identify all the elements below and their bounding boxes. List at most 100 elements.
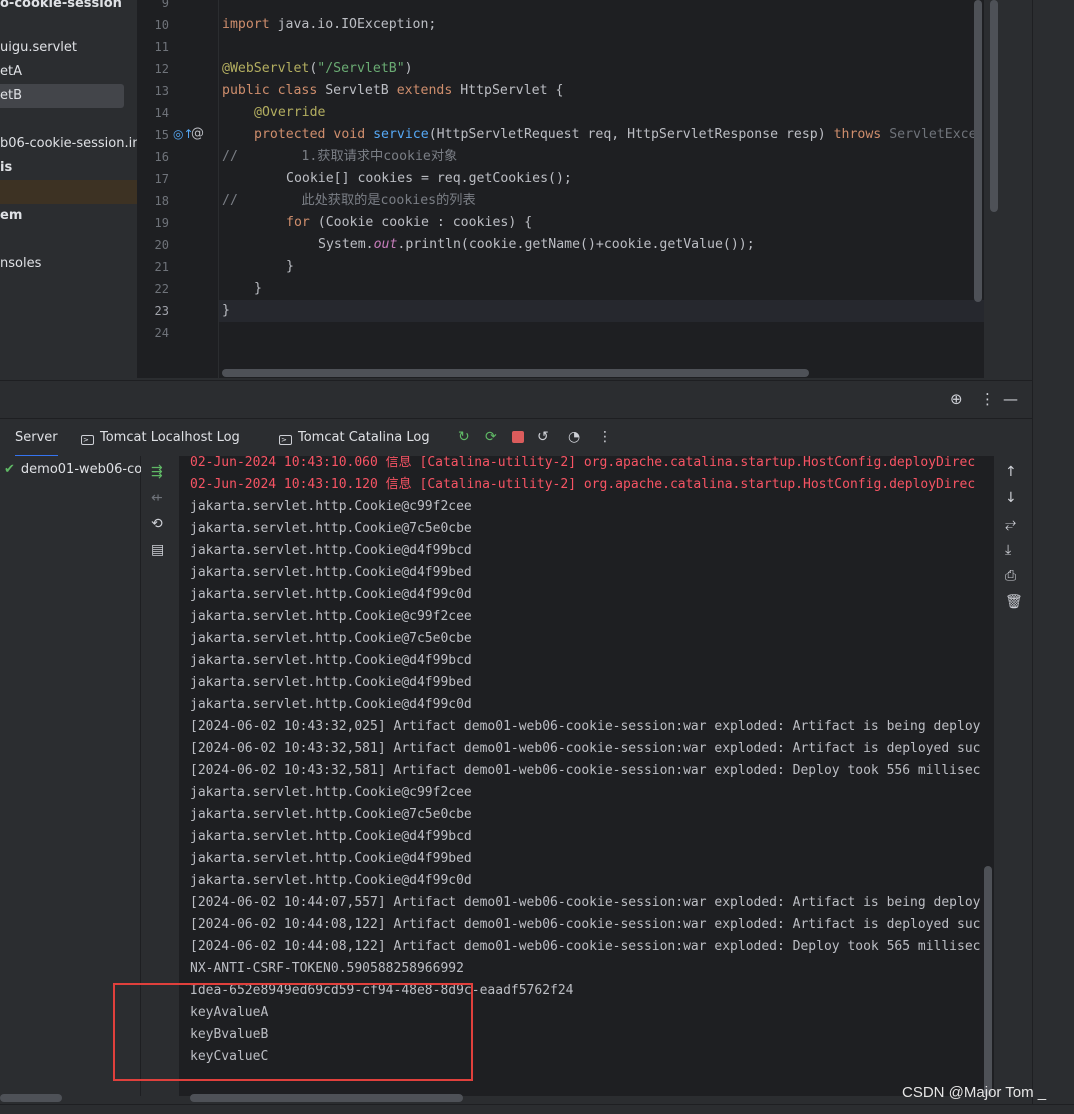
keyword: for (286, 215, 310, 230)
soft-wrap-icon[interactable]: ⥂ (1005, 516, 1016, 532)
tree-item-libraries[interactable]: is (0, 156, 137, 180)
editor-vertical-scrollbar[interactable] (974, 0, 982, 302)
line-number: 9 (161, 0, 169, 10)
line-number: 10 (154, 18, 169, 32)
rail-scrollbar[interactable] (990, 0, 998, 212)
code-line-20: System.out.println(cookie.getName()+cook… (318, 234, 755, 256)
line-number: 20 (154, 238, 169, 252)
tab-label: Tomcat Catalina Log (298, 430, 430, 445)
open-browser-icon[interactable]: ▤ (151, 542, 164, 558)
console-line: [2024-06-02 10:43:32,581] Artifact demo0… (190, 741, 981, 756)
refresh-icon[interactable]: ⟲ (151, 516, 163, 532)
tab-tomcat-catalina-log[interactable]: > Tomcat Catalina Log (279, 419, 430, 457)
line-number: 12 (154, 62, 169, 76)
console-line: jakarta.servlet.http.Cookie@d4f99bcd (190, 829, 472, 844)
annotation: @WebServlet (222, 61, 310, 76)
line-number: 15 (154, 128, 169, 142)
line-number: 23 (154, 304, 169, 318)
code-text: (Cookie cookie : cookies) { (309, 215, 533, 230)
keyword: public class (222, 83, 318, 98)
undeploy-icon[interactable]: ⇷ (151, 490, 163, 506)
code-line-13: public class ServletB extends HttpServle… (222, 80, 563, 102)
console-line: jakarta.servlet.http.Cookie@d4f99c0d (190, 697, 472, 712)
tree-item-iml[interactable]: b06-cookie-session.in (0, 132, 137, 156)
code-line-18: // 此处获取的是cookies的列表 (222, 193, 476, 208)
trash-icon[interactable]: 🗑 (1005, 594, 1023, 610)
code-text: (HttpServletRequest req, HttpServletResp… (428, 127, 834, 142)
tab-label: Tomcat Localhost Log (100, 430, 240, 445)
editor-horizontal-scrollbar[interactable] (222, 369, 809, 377)
tree-item-system[interactable]: em (0, 204, 137, 228)
console-line: [2024-06-02 10:44:07,557] Artifact demo0… (190, 895, 981, 910)
keyword: protected void (254, 127, 366, 142)
code-line-17: Cookie[] cookies = req.getCookies(); (286, 171, 572, 186)
deployment-label: demo01-web06-co (20, 462, 143, 477)
console-line: [2024-06-02 10:43:32,025] Artifact demo0… (190, 719, 981, 734)
line-number: 19 (154, 216, 169, 230)
services-panel-header: ⊕ ⋮ — (0, 380, 1032, 418)
minimize-icon[interactable]: — (1003, 390, 1018, 408)
code-line-19: for (Cookie cookie : cookies) { (286, 212, 532, 234)
console-line: [2024-06-02 10:44:08,122] Artifact demo0… (190, 917, 981, 932)
console-line: jakarta.servlet.http.Cookie@d4f99bcd (190, 543, 472, 558)
code-line-22: } (254, 281, 262, 296)
current-line-highlight (137, 300, 1032, 322)
keyword: throws (833, 127, 882, 142)
tree-item-highlighted[interactable] (0, 180, 137, 204)
more-icon[interactable]: ⋮ (598, 429, 612, 445)
console-horizontal-scrollbar[interactable] (190, 1094, 463, 1102)
console-line: jakarta.servlet.http.Cookie@d4f99bed (190, 675, 472, 690)
redeploy-icon[interactable]: ⟳ (485, 429, 497, 445)
deploy-icon[interactable]: ⇶ (151, 464, 163, 480)
annotation-marker-icon[interactable]: @ (191, 126, 204, 141)
annotation-highlight-box (113, 983, 473, 1081)
annotation: @Override (254, 105, 326, 120)
code-text: HttpServlet { (452, 83, 564, 98)
code-line-21: } (286, 259, 294, 274)
console-line: 02-Jun-2024 10:43:10.120 信息 [Catalina-ut… (190, 477, 976, 492)
tree-item-servleta[interactable]: etA (0, 60, 137, 84)
code-editor[interactable]: 9 10 11 12 13 14 15 16 17 18 19 20 21 22… (137, 0, 1032, 378)
tree-item-servletb[interactable]: etB (0, 84, 124, 108)
crosshair-icon[interactable]: ⊕ (950, 390, 963, 408)
code-text: java.io.IOException; (269, 17, 437, 32)
print-icon[interactable]: ⎙ (1005, 568, 1016, 584)
code-line-15: protected void service(HttpServletReques… (254, 124, 977, 146)
update-app-icon[interactable]: ↻ (458, 429, 470, 445)
static-field: out (373, 237, 398, 252)
console-line: jakarta.servlet.http.Cookie@7c5e0cbe (190, 807, 472, 822)
scroll-down-icon[interactable]: ↓ (1005, 490, 1017, 506)
profiler-icon[interactable]: ◔ (568, 429, 580, 445)
console-vertical-scrollbar[interactable] (984, 866, 992, 1096)
scroll-up-icon[interactable]: ↑ (1005, 464, 1017, 480)
string-literal: "/ServletB" (317, 61, 405, 76)
status-bar (0, 1104, 1074, 1114)
code-line-23: } (222, 303, 230, 318)
console-line: jakarta.servlet.http.Cookie@d4f99bed (190, 851, 472, 866)
editor-right-rail (984, 0, 1032, 378)
tab-server[interactable]: Server (15, 419, 58, 457)
console-icon: > (279, 435, 292, 445)
deployment-item[interactable]: ✔ demo01-web06-co (4, 462, 142, 477)
line-number: 18 (154, 194, 169, 208)
scroll-to-end-icon[interactable]: ⤓ (1005, 542, 1011, 558)
right-tool-strip (1032, 0, 1074, 1114)
more-options-icon[interactable]: ⋮ (980, 390, 995, 408)
tree-item-project[interactable]: o-cookie-session (0, 0, 137, 16)
tree-item-consoles[interactable]: nsoles (0, 252, 137, 276)
code-text: ) (404, 61, 413, 76)
code-text: System. (318, 237, 374, 252)
code-text: ServletExce (881, 127, 977, 142)
code-line-12: @WebServlet("/ServletB") (222, 58, 413, 80)
watermark: CSDN @Major Tom _ (902, 1084, 1047, 1101)
console-line: jakarta.servlet.http.Cookie@d4f99c0d (190, 587, 472, 602)
console-icon: > (81, 435, 94, 445)
keyword: extends (396, 83, 453, 98)
console-line: jakarta.servlet.http.Cookie@7c5e0cbe (190, 631, 472, 646)
stop-icon[interactable] (512, 431, 524, 443)
tree-item-package[interactable]: uigu.servlet (0, 36, 137, 60)
tab-tomcat-localhost-log[interactable]: > Tomcat Localhost Log (81, 419, 240, 457)
code-line-10: import java.io.IOException; (222, 14, 436, 36)
restart-icon[interactable]: ↺ (537, 429, 549, 445)
tree-horizontal-scrollbar[interactable] (0, 1094, 62, 1102)
